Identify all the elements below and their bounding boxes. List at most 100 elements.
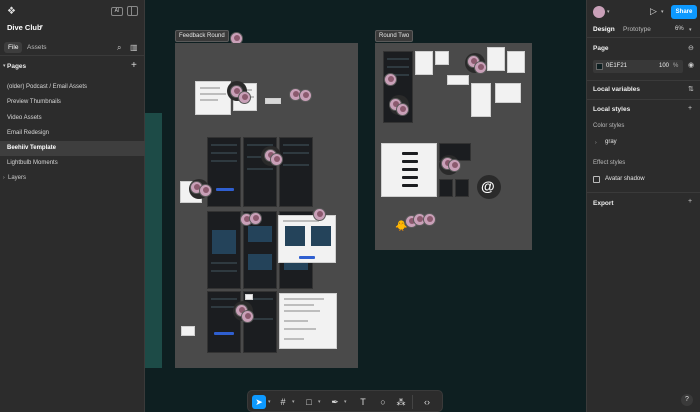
- chevron-down-icon[interactable]: ▾: [344, 399, 347, 405]
- phone-frame[interactable]: [207, 211, 241, 289]
- chevron-down-icon[interactable]: ▾: [40, 23, 43, 30]
- avatar[interactable]: [593, 6, 605, 18]
- tab-design[interactable]: Design: [593, 26, 615, 33]
- canvas-frame[interactable]: [435, 51, 449, 65]
- ai-badge[interactable]: AI: [111, 7, 123, 16]
- avatar: [249, 212, 262, 225]
- canvas-frame[interactable]: [495, 83, 521, 103]
- pages-header[interactable]: ▾ Pages +: [0, 60, 145, 74]
- page-item[interactable]: Lightbulb Moments: [0, 156, 145, 171]
- effect-style-item[interactable]: Avatar shadow: [605, 176, 645, 182]
- avatar: [448, 159, 461, 172]
- book-icon[interactable]: ▥: [130, 43, 138, 52]
- file-name[interactable]: Dive Club: [7, 23, 42, 32]
- plus-icon[interactable]: +: [131, 60, 137, 71]
- chevron-down-icon[interactable]: ▾: [268, 399, 271, 405]
- local-variables-title[interactable]: Local variables: [593, 86, 640, 93]
- left-panel: ❖ AI Dive Club ▾ File Assets ⌕ ▥ ▾ Pages…: [0, 0, 145, 412]
- chevron-down-icon[interactable]: ▾: [607, 9, 610, 15]
- canvas-frame[interactable]: [181, 326, 195, 336]
- canvas[interactable]: Feedback Round Round Two @ 🐥: [145, 0, 586, 412]
- chevron-down-icon[interactable]: ▾: [689, 27, 692, 33]
- avatar: [474, 61, 487, 74]
- canvas-frame[interactable]: [278, 215, 336, 263]
- canvas-frame[interactable]: [487, 47, 505, 71]
- color-hex-value[interactable]: 0E1F21: [606, 63, 627, 69]
- opacity-value[interactable]: 100: [659, 63, 669, 69]
- page-item[interactable]: Video Assets: [0, 111, 145, 126]
- page-item[interactable]: Email Redesign: [0, 126, 145, 141]
- phone-frame[interactable]: [207, 137, 241, 207]
- page-item[interactable]: Preview Thumbnails: [0, 95, 145, 110]
- chevron-right-icon[interactable]: ›: [3, 175, 5, 181]
- actions-icon[interactable]: ⁂: [394, 395, 408, 409]
- canvas-frame[interactable]: [195, 81, 231, 115]
- section-round-two[interactable]: @ 🐥: [375, 43, 532, 250]
- frame-tool-icon[interactable]: #: [276, 395, 290, 409]
- tab-assets[interactable]: Assets: [27, 44, 47, 51]
- chevron-down-icon[interactable]: ▾: [318, 399, 321, 405]
- canvas-frame-partial[interactable]: [145, 113, 162, 368]
- variables-icon[interactable]: ⇅: [688, 85, 694, 93]
- color-swatch[interactable]: [596, 63, 603, 70]
- color-style-item[interactable]: gray: [605, 139, 617, 145]
- phone-frame[interactable]: [439, 179, 453, 197]
- avatar: [241, 310, 254, 323]
- avatar: [313, 208, 326, 221]
- text-tool-icon[interactable]: T: [356, 395, 370, 409]
- export-title: Export: [593, 200, 614, 207]
- layers-title: Layers: [8, 175, 27, 181]
- eye-icon[interactable]: ◉: [688, 61, 694, 69]
- effect-styles-title: Effect styles: [593, 160, 626, 166]
- avatar: [199, 184, 212, 197]
- avatar: [423, 213, 436, 226]
- zoom-level[interactable]: 6%: [675, 26, 684, 32]
- page-section-title: Page: [593, 45, 609, 52]
- play-icon[interactable]: ▷: [650, 6, 657, 17]
- canvas-frame[interactable]: [279, 293, 337, 349]
- page-item-selected[interactable]: Beehiiv Template: [0, 141, 145, 157]
- page-list: (older) Podcast / Email Assets Preview T…: [0, 80, 145, 172]
- shape-tool-icon[interactable]: □: [302, 395, 316, 409]
- canvas-frame[interactable]: [471, 83, 491, 117]
- figma-menu-icon[interactable]: ❖: [7, 7, 17, 17]
- plus-icon[interactable]: +: [688, 198, 692, 205]
- effect-style-icon: [593, 176, 600, 183]
- section-label[interactable]: Round Two: [375, 30, 414, 42]
- layers-header[interactable]: › Layers: [0, 173, 145, 185]
- canvas-frame[interactable]: [265, 98, 281, 104]
- panel-toggle-icon[interactable]: [127, 6, 138, 16]
- pen-tool-icon[interactable]: ✒: [328, 395, 342, 409]
- search-icon[interactable]: ⌕: [117, 43, 121, 53]
- phone-frame[interactable]: [455, 179, 469, 197]
- move-tool-icon[interactable]: ➤: [252, 395, 266, 409]
- comment-tool-icon[interactable]: ○: [376, 395, 390, 409]
- tab-prototype[interactable]: Prototype: [623, 26, 651, 33]
- chevron-down-icon[interactable]: ▾: [661, 9, 664, 15]
- right-panel-header: ▾ ▷ ▾ Share: [587, 0, 700, 24]
- canvas-frame[interactable]: [381, 143, 437, 197]
- chevron-down-icon[interactable]: ▾: [3, 63, 6, 69]
- divider: [587, 80, 700, 81]
- canvas-frame[interactable]: [415, 51, 433, 75]
- divider: [587, 99, 700, 100]
- section-label[interactable]: Feedback Round: [175, 30, 229, 42]
- phone-frame[interactable]: [279, 137, 313, 207]
- avatar: [270, 153, 283, 166]
- page-color-field[interactable]: 0E1F21 100 %: [593, 60, 683, 73]
- canvas-frame[interactable]: [245, 294, 253, 300]
- phone-frame[interactable]: [207, 291, 241, 353]
- page-options-icon[interactable]: ⊖: [688, 44, 694, 52]
- help-button[interactable]: ?: [681, 394, 693, 406]
- page-item[interactable]: (older) Podcast / Email Assets: [0, 80, 145, 95]
- tab-file[interactable]: File: [4, 42, 23, 53]
- canvas-frame[interactable]: [447, 75, 469, 85]
- share-button[interactable]: Share: [671, 5, 697, 19]
- section-feedback-round[interactable]: [175, 43, 358, 368]
- chevron-right-icon[interactable]: ›: [595, 140, 597, 146]
- plus-icon[interactable]: +: [688, 105, 692, 112]
- avatar: [396, 103, 409, 116]
- dev-mode-icon[interactable]: ‹›: [420, 395, 434, 409]
- canvas-frame[interactable]: [507, 51, 525, 73]
- chevron-down-icon[interactable]: ▾: [292, 399, 295, 405]
